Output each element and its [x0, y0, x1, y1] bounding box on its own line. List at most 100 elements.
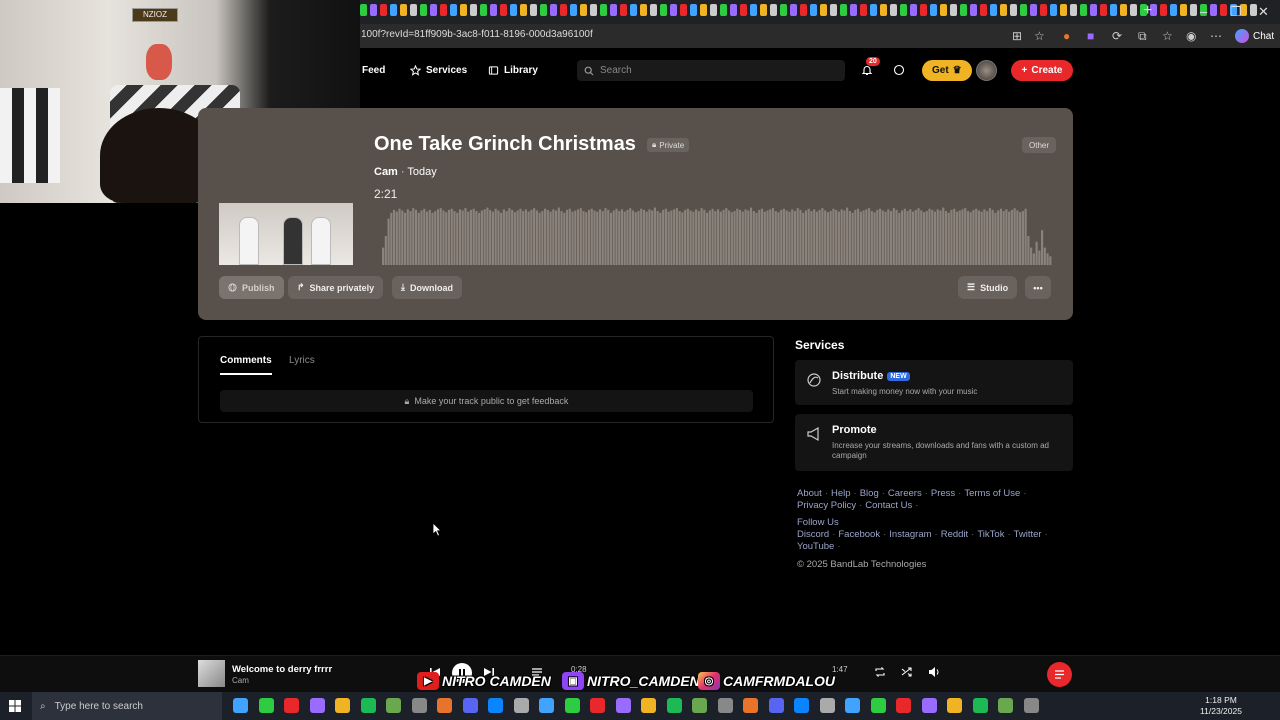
tab-favicon-icon[interactable]: [880, 4, 887, 16]
create-button[interactable]: + Create: [1011, 60, 1073, 81]
tab-favicon-icon[interactable]: [1180, 4, 1187, 16]
tab-favicon-icon[interactable]: [1130, 4, 1137, 16]
taskbar-app-icon[interactable]: [743, 698, 758, 713]
taskbar-app-icon[interactable]: [590, 698, 605, 713]
tab-favicon-icon[interactable]: [790, 4, 797, 16]
tab-favicon-icon[interactable]: [420, 4, 427, 16]
tab-favicon-icon[interactable]: [490, 4, 497, 16]
taskbar-app-icon[interactable]: [947, 698, 962, 713]
taskbar-app-icon[interactable]: [819, 698, 835, 713]
tab-favicon-icon[interactable]: [960, 4, 967, 16]
footer-link[interactable]: Discord: [797, 529, 829, 540]
footer-link[interactable]: Blog: [860, 488, 879, 499]
tab-favicon-icon[interactable]: [1000, 4, 1007, 16]
tab-favicon-icon[interactable]: [860, 4, 867, 16]
tab-favicon-icon[interactable]: [430, 4, 437, 16]
tab-favicon-icon[interactable]: [770, 4, 777, 16]
tab-favicon-icon[interactable]: [1210, 4, 1217, 16]
extension-icon[interactable]: ●: [1063, 29, 1070, 43]
now-playing-artist[interactable]: Cam: [232, 676, 249, 685]
tab-favicon-icon[interactable]: [840, 4, 847, 16]
tab-favicon-icon[interactable]: [1190, 4, 1197, 16]
taskbar-app-icon[interactable]: [411, 698, 427, 713]
split-screen-icon[interactable]: ⧉: [1138, 29, 1147, 44]
tab-favicon-icon[interactable]: [1090, 4, 1097, 16]
footer-link[interactable]: Privacy Policy: [797, 500, 856, 511]
repeat-icon[interactable]: [873, 665, 887, 679]
nav-library[interactable]: Library: [488, 65, 538, 76]
tab-favicon-icon[interactable]: [1080, 4, 1087, 16]
nav-services[interactable]: Services: [410, 65, 467, 76]
tab-favicon-icon[interactable]: [1100, 4, 1107, 16]
taskbar-app-icon[interactable]: [768, 698, 784, 713]
tab-favicon-icon[interactable]: [800, 4, 807, 16]
taskbar-app-icon[interactable]: [309, 698, 325, 713]
taskbar-app-icon[interactable]: [998, 698, 1013, 713]
restore-icon[interactable]: ❐: [1230, 4, 1242, 20]
footer-link[interactable]: About: [797, 488, 822, 499]
tab-favicon-icon[interactable]: [950, 4, 957, 16]
taskbar-app-icon[interactable]: [284, 698, 299, 713]
tab-favicon-icon[interactable]: [920, 4, 927, 16]
footer-link[interactable]: Press: [931, 488, 955, 499]
taskbar-app-icon[interactable]: [488, 698, 503, 713]
waveform[interactable]: [382, 205, 1052, 265]
taskbar-app-icon[interactable]: [641, 698, 656, 713]
tab-favicon-icon[interactable]: [740, 4, 747, 16]
taskbar-app-icon[interactable]: [692, 698, 707, 713]
tab-favicon-icon[interactable]: [560, 4, 567, 16]
footer-link[interactable]: Facebook: [838, 529, 880, 540]
shuffle-icon[interactable]: [900, 665, 914, 679]
tab-lyrics[interactable]: Lyrics: [289, 355, 315, 366]
minimize-icon[interactable]: –: [1200, 4, 1207, 19]
taskbar-app-icon[interactable]: [233, 698, 248, 713]
tab-favicon-icon[interactable]: [550, 4, 557, 16]
footer-link[interactable]: Twitter: [1014, 529, 1042, 540]
tab-favicon-icon[interactable]: [1050, 4, 1057, 16]
favorites-icon[interactable]: ☆: [1162, 29, 1173, 43]
tab-favicon-icon[interactable]: [1040, 4, 1047, 16]
tab-favicon-icon[interactable]: [440, 4, 447, 16]
tab-favicon-icon[interactable]: [610, 4, 617, 16]
taskbar-app-icon[interactable]: [717, 698, 733, 713]
more-options-button[interactable]: •••: [1025, 276, 1051, 299]
tab-comments[interactable]: Comments: [220, 355, 272, 366]
tab-favicon-icon[interactable]: [580, 4, 587, 16]
footer-link[interactable]: Reddit: [941, 529, 968, 540]
tab-favicon-icon[interactable]: [940, 4, 947, 16]
taskbar-app-icon[interactable]: [335, 698, 350, 713]
tab-favicon-icon[interactable]: [540, 4, 547, 16]
tab-favicon-icon[interactable]: [570, 4, 577, 16]
taskbar-app-icon[interactable]: [921, 698, 937, 713]
tab-favicon-icon[interactable]: [370, 4, 377, 16]
tab-favicon-icon[interactable]: [630, 4, 637, 16]
tab-favicon-icon[interactable]: [1070, 4, 1077, 16]
tab-favicon-icon[interactable]: [980, 4, 987, 16]
taskbar-app-icon[interactable]: [360, 698, 376, 713]
footer-link[interactable]: TikTok: [977, 529, 1004, 540]
taskbar-app-icon[interactable]: [666, 698, 682, 713]
taskbar-app-icon[interactable]: [462, 698, 478, 713]
tab-favicon-icon[interactable]: [900, 4, 907, 16]
tab-favicon-icon[interactable]: [1020, 4, 1027, 16]
tab-favicon-icon[interactable]: [990, 4, 997, 16]
tab-favicon-icon[interactable]: [1030, 4, 1037, 16]
tab-favicon-icon[interactable]: [650, 4, 657, 16]
tab-favicon-icon[interactable]: [780, 4, 787, 16]
tab-favicon-icon[interactable]: [380, 4, 387, 16]
taskbar-app-icon[interactable]: [845, 698, 860, 713]
artist-name[interactable]: Cam: [374, 166, 398, 178]
footer-link[interactable]: Help: [831, 488, 851, 499]
tab-favicon-icon[interactable]: [930, 4, 937, 16]
refresh-extension-icon[interactable]: ⟳: [1112, 29, 1122, 43]
tab-favicon-icon[interactable]: [760, 4, 767, 16]
tab-favicon-icon[interactable]: [700, 4, 707, 16]
favorite-star-icon[interactable]: ☆: [1034, 29, 1045, 43]
tab-favicon-icon[interactable]: [520, 4, 527, 16]
publish-button[interactable]: Publish: [219, 276, 284, 299]
tab-favicons[interactable]: [360, 4, 1257, 16]
taskbar-app-icon[interactable]: [386, 698, 401, 713]
tab-favicon-icon[interactable]: [750, 4, 757, 16]
system-clock[interactable]: 1:18 PM 11/23/2025: [1196, 695, 1246, 717]
tab-favicon-icon[interactable]: [1060, 4, 1067, 16]
